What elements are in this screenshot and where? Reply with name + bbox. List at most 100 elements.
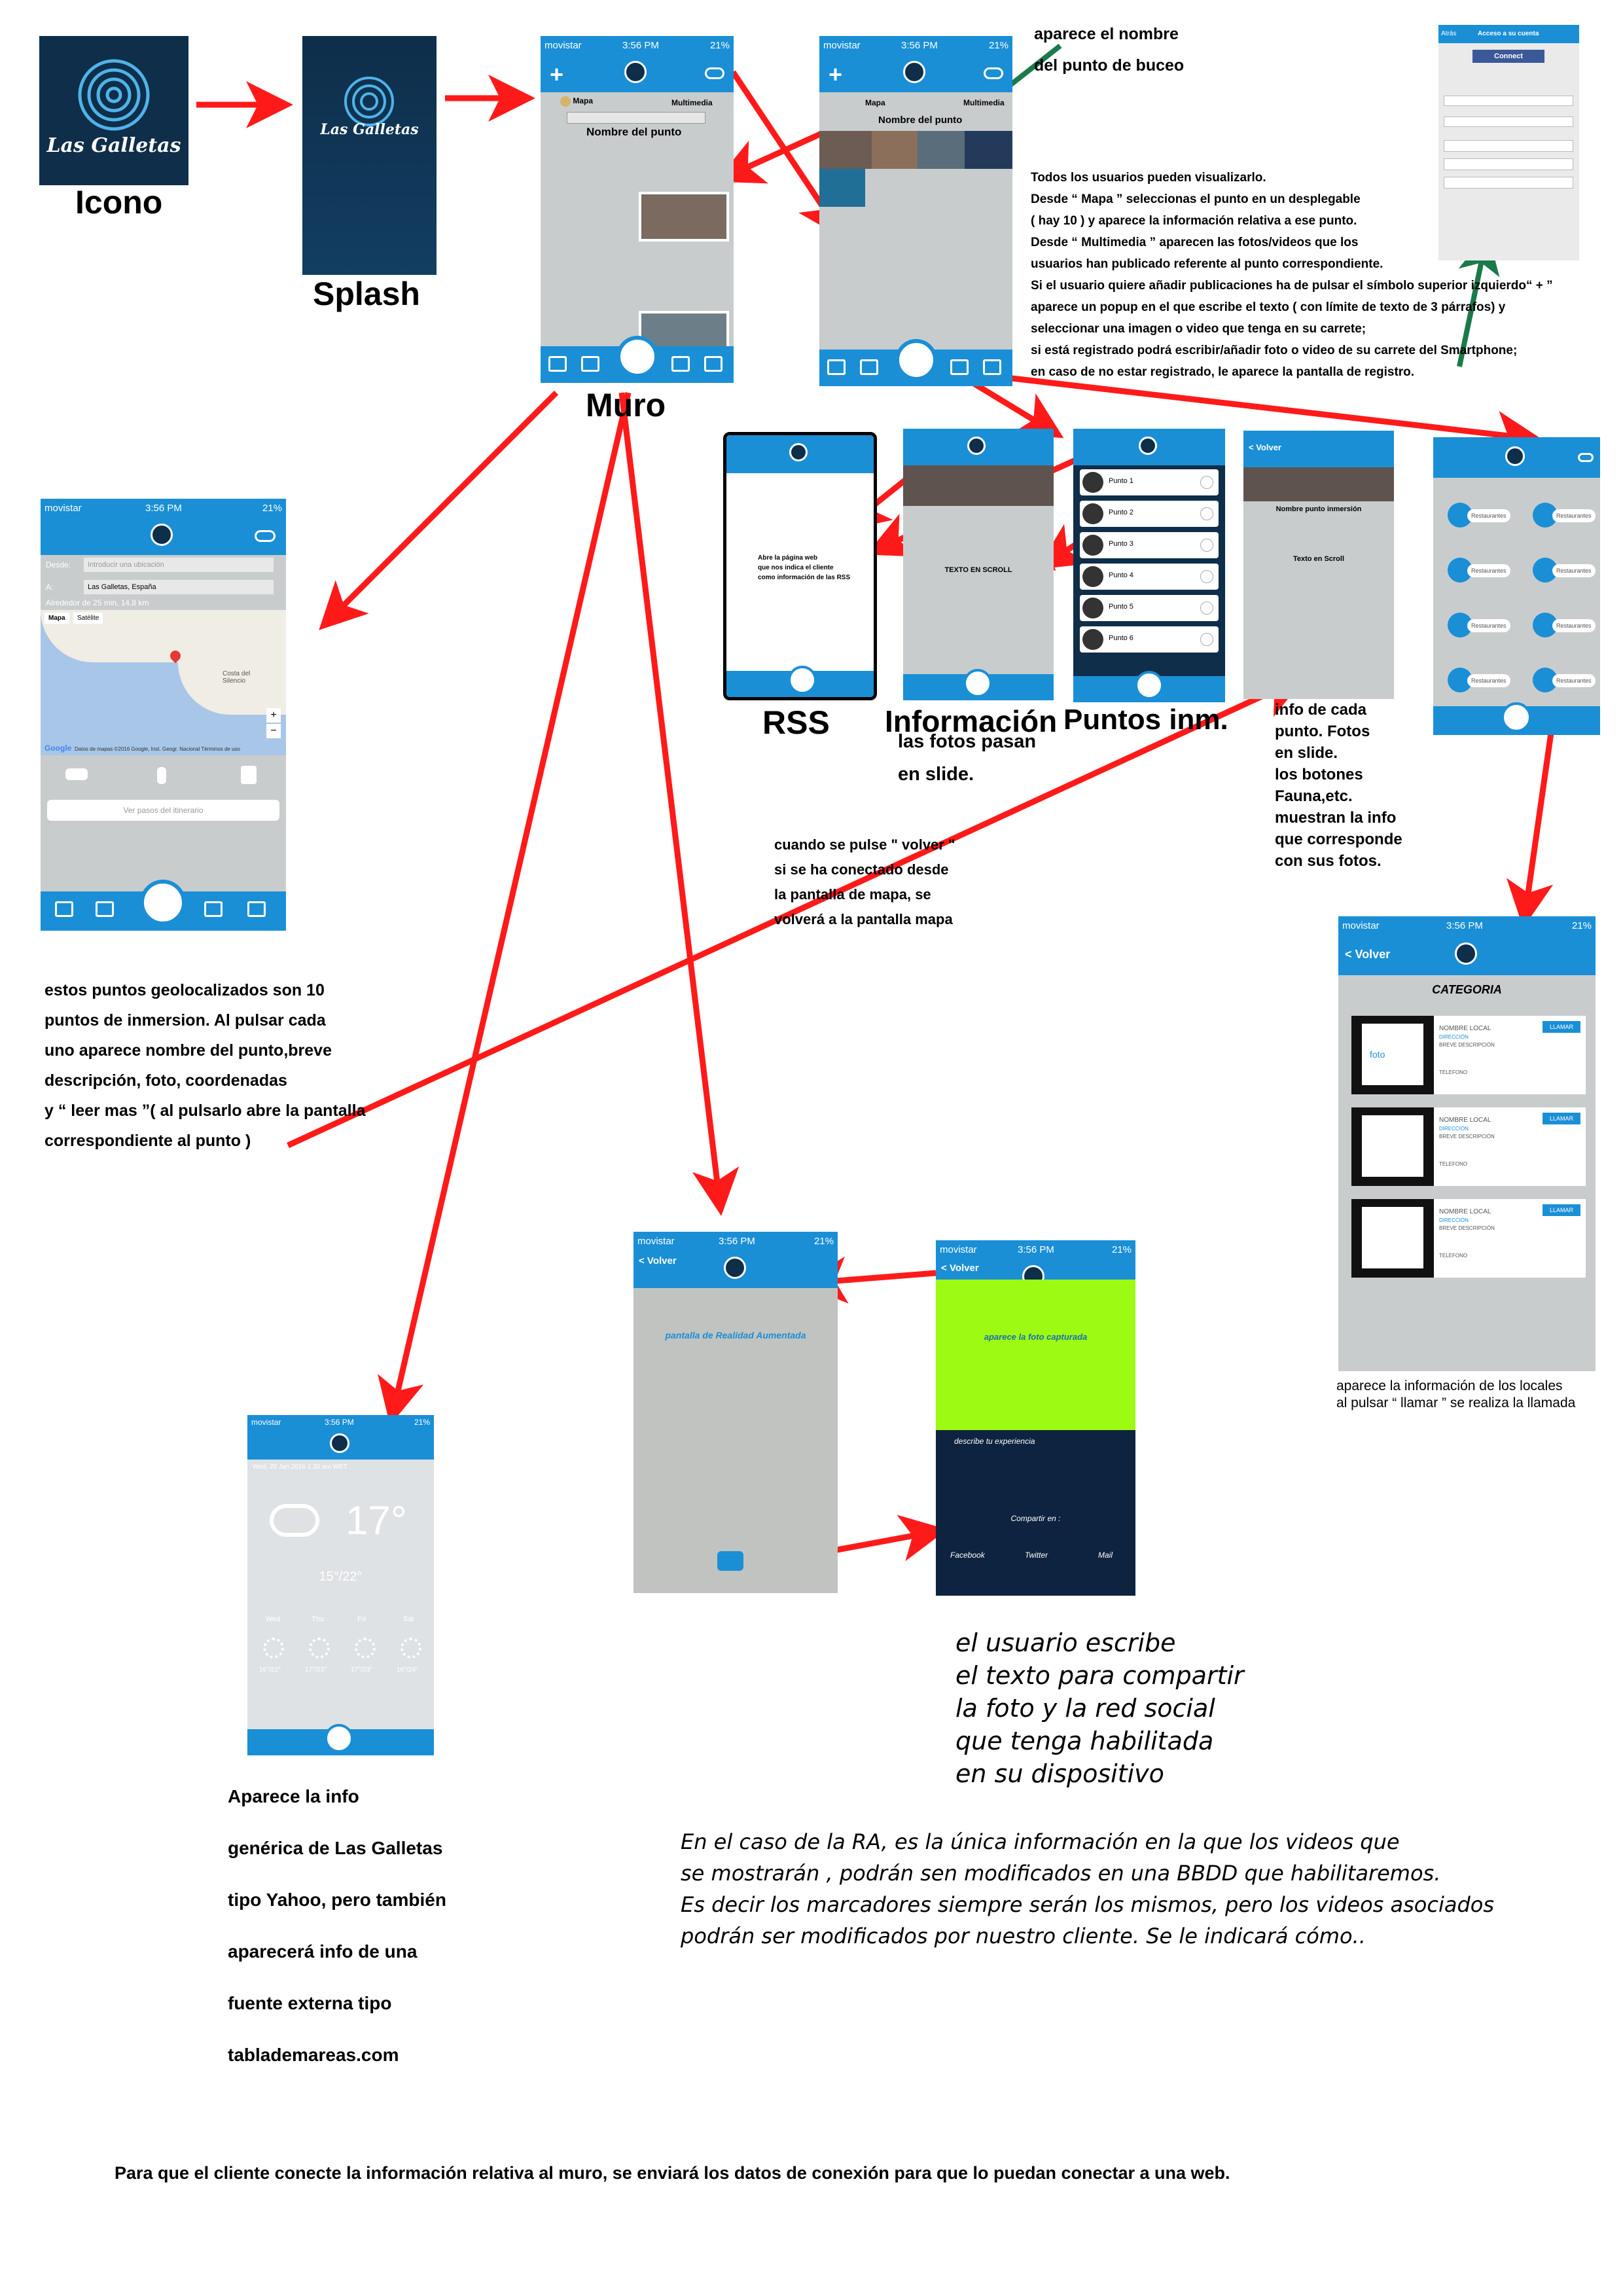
twitter-button[interactable]: Twitter <box>1025 1551 1048 1560</box>
tab-bar <box>41 880 286 931</box>
desde-input[interactable]: Introducir una ubicación <box>84 558 274 572</box>
layers-icon[interactable] <box>671 356 690 372</box>
back-button[interactable]: < Volver <box>1249 442 1281 452</box>
satellite-tab[interactable]: Satélite <box>73 613 103 624</box>
logo-icon <box>903 61 925 83</box>
social-item-label[interactable]: Restaurantes <box>1467 619 1510 632</box>
back-button[interactable]: < Volver <box>941 1263 979 1274</box>
password-field[interactable] <box>1444 117 1573 127</box>
muro-screen: movistar 3:56 PM 21% + Mapa Multimedia Nom… <box>541 36 734 383</box>
tab-mapa[interactable]: Mapa <box>865 98 885 107</box>
map-view[interactable]: Mapa Satélite Costa del Silencio + − Goo… <box>41 610 286 755</box>
social-item-label[interactable]: Restaurantes <box>1552 509 1596 522</box>
media-thumb[interactable] <box>965 131 1012 169</box>
media-thumb[interactable] <box>872 131 918 169</box>
back-link[interactable]: Atrás <box>1441 30 1456 37</box>
layers-icon[interactable] <box>204 901 223 917</box>
map-tab[interactable]: Mapa <box>45 613 69 624</box>
punto-label: Punto 3 <box>1109 540 1133 548</box>
note-yahoo: Aparece la info genérica de Las Galletas t… <box>228 1786 446 2065</box>
social-item-label[interactable]: Restaurantes <box>1552 564 1596 577</box>
ra-scan-icon[interactable] <box>1501 702 1531 732</box>
ra-scan-icon[interactable] <box>140 880 186 925</box>
login-option[interactable] <box>1444 177 1573 188</box>
facebook-button[interactable]: Facebook <box>950 1551 985 1560</box>
map-screen: movistar 3:56 PM 21% Desde: Introducir una… <box>41 499 286 931</box>
punto-list-item[interactable]: Punto 5 <box>1080 595 1219 621</box>
punto-list-item[interactable]: Punto 2 <box>1080 501 1219 527</box>
map-icon[interactable] <box>96 901 114 917</box>
media-thumb[interactable] <box>918 131 965 169</box>
back-button[interactable]: < Volver <box>1345 948 1390 961</box>
plus-icon[interactable]: + <box>550 61 563 88</box>
layers-icon[interactable] <box>950 359 969 375</box>
username-field[interactable] <box>1444 96 1573 106</box>
camera-icon[interactable] <box>717 1551 743 1571</box>
news-icon[interactable] <box>827 359 846 375</box>
informacion-screen: TEXTO EN SCROLL <box>903 429 1054 700</box>
zoom-in-button[interactable]: + <box>266 708 281 723</box>
header <box>903 429 1054 465</box>
transit-icon[interactable] <box>241 766 257 784</box>
plus-icon[interactable]: + <box>829 61 842 88</box>
ra-scan-icon[interactable] <box>616 336 658 378</box>
back-button[interactable]: < Volver <box>639 1255 677 1266</box>
login-header: Atrás Acceso a su cuenta <box>1438 25 1579 43</box>
social-item-label[interactable]: Restaurantes <box>1467 674 1510 687</box>
note-footer: Para que el cliente conecte la informaci… <box>115 2163 1230 2183</box>
ra-scan-icon[interactable] <box>788 666 817 694</box>
photo-slider[interactable] <box>903 465 1054 506</box>
photo-slider[interactable] <box>1243 467 1394 501</box>
call-button[interactable]: LLAMAR <box>1543 1113 1580 1124</box>
local-address: DIRECCIÓN <box>1439 1034 1469 1040</box>
call-button[interactable]: LLAMAR <box>1543 1204 1580 1216</box>
login-option[interactable] <box>1444 140 1573 152</box>
weather-icon[interactable] <box>255 530 276 542</box>
tab-mapa[interactable]: Mapa <box>560 96 593 107</box>
link-icon[interactable] <box>983 359 1001 375</box>
describe-field[interactable]: describe tu experiencia <box>954 1437 1035 1446</box>
tab-multimedia[interactable]: Multimedia <box>963 98 1005 107</box>
social-item-label[interactable]: Restaurantes <box>1467 509 1510 522</box>
punto-list-item[interactable]: Punto 6 <box>1080 626 1219 653</box>
car-icon[interactable] <box>65 768 88 780</box>
steps-button[interactable]: Ver pasos del itinerario <box>47 800 279 821</box>
link-icon[interactable] <box>704 356 722 372</box>
news-icon[interactable] <box>548 356 567 372</box>
social-item-label[interactable]: Restaurantes <box>1552 619 1596 632</box>
punto-list-item[interactable]: Punto 1 <box>1080 469 1219 495</box>
media-thumb[interactable] <box>819 131 872 169</box>
news-icon[interactable] <box>55 901 73 917</box>
ra-scan-icon[interactable] <box>963 669 992 698</box>
walk-icon[interactable] <box>157 767 166 784</box>
facebook-connect-button[interactable]: Connect <box>1472 50 1544 63</box>
zoom-out-button[interactable]: − <box>266 724 281 738</box>
map-icon[interactable] <box>581 356 599 372</box>
local-phone: TELEFONO <box>1439 1069 1468 1075</box>
weather-icon[interactable] <box>705 67 724 79</box>
status-bar: movistar 3:56 PM 21% <box>1338 916 1596 936</box>
link-icon[interactable] <box>247 901 266 917</box>
post-image <box>639 192 729 242</box>
punto-list-item[interactable]: Punto 3 <box>1080 532 1219 558</box>
call-button[interactable]: LLAMAR <box>1543 1021 1580 1033</box>
login-option[interactable] <box>1444 158 1573 170</box>
segmented-control[interactable] <box>567 112 705 124</box>
weather-icon[interactable] <box>1578 453 1594 462</box>
place-label: Costa del Silencio <box>223 670 251 685</box>
logo-icon <box>624 61 647 83</box>
tab-bar <box>726 666 874 697</box>
tab-multimedia[interactable]: Multimedia <box>671 98 713 107</box>
compartir-label: Compartir en : <box>1010 1514 1061 1523</box>
media-thumb[interactable] <box>819 169 865 207</box>
ra-scan-icon[interactable] <box>325 1724 353 1753</box>
weather-icon[interactable] <box>984 67 1003 79</box>
map-icon[interactable] <box>860 359 878 375</box>
punto-list-item[interactable]: Punto 4 <box>1080 564 1219 590</box>
mail-button[interactable]: Mail <box>1098 1551 1113 1560</box>
social-item-label[interactable]: Restaurantes <box>1552 674 1596 687</box>
social-item-label[interactable]: Restaurantes <box>1467 564 1510 577</box>
a-input[interactable]: Las Galletas, España <box>84 580 274 594</box>
ra-scan-icon[interactable] <box>1135 671 1164 700</box>
ra-scan-icon[interactable] <box>895 339 937 381</box>
